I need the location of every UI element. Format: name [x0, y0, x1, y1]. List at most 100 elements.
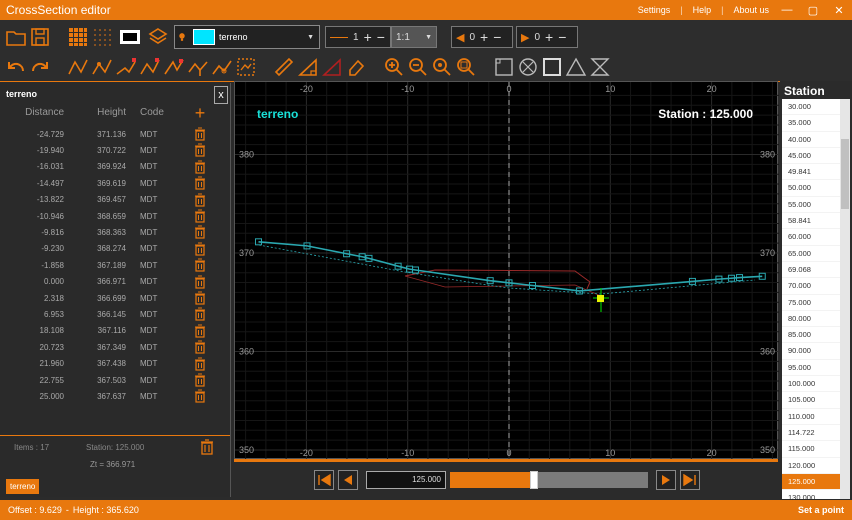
station-input[interactable]: 125.000 [366, 471, 446, 489]
selection-box-icon[interactable] [234, 55, 258, 79]
delete-row-icon[interactable] [178, 176, 222, 190]
layer-select[interactable]: terreno ▼ [174, 25, 320, 49]
save-icon[interactable] [28, 25, 52, 49]
add-point-icon[interactable]: + [178, 104, 222, 123]
delete-row-icon[interactable] [178, 324, 222, 338]
table-row[interactable]: -16.031 369.924 MDT [0, 159, 230, 175]
settings-link[interactable]: Settings [633, 5, 676, 15]
layer-tag[interactable]: terreno [6, 479, 40, 494]
polyline-insert-icon[interactable] [162, 55, 186, 79]
next-station-button[interactable] [656, 470, 676, 490]
table-row[interactable]: -13.822 369.457 MDT [0, 192, 230, 208]
first-station-button[interactable] [314, 470, 334, 490]
station-item[interactable]: 40.000 [782, 132, 840, 148]
delete-row-icon[interactable] [178, 209, 222, 223]
table-row[interactable]: -1.858 367.189 MDT [0, 257, 230, 273]
grid-icon[interactable] [66, 25, 90, 49]
table-row[interactable]: 21.960 367.438 MDT [0, 356, 230, 372]
scroll-thumb[interactable] [841, 139, 849, 209]
scale-select[interactable]: 1:1 ▼ [391, 26, 437, 48]
station-scrollbar[interactable] [840, 99, 850, 499]
delete-row-icon[interactable] [178, 193, 222, 207]
open-folder-icon[interactable] [4, 25, 28, 49]
maximize-button[interactable]: ▢ [800, 4, 826, 17]
station-list[interactable]: 30.000 35.000 40.000 45.000 49.841 50.000 55.0… [782, 99, 850, 499]
station-item[interactable]: 110.000 [782, 409, 840, 425]
polyline-add-point-icon[interactable] [90, 55, 114, 79]
slider-thumb[interactable] [529, 471, 538, 489]
cross-section-canvas[interactable]: terreno Station : 125.000 -20 -20 -10 -10 0 0… [234, 81, 779, 460]
minus-icon[interactable]: − [558, 29, 566, 45]
delete-row-icon[interactable] [178, 242, 222, 256]
layers-icon[interactable] [146, 25, 170, 49]
dot-grid-icon[interactable] [90, 25, 114, 49]
minimize-button[interactable]: — [774, 4, 800, 16]
station-item[interactable]: 69.068 [782, 262, 840, 279]
line-width-stepper[interactable]: 1 + − [325, 26, 391, 48]
undo-icon[interactable] [4, 55, 28, 79]
station-item[interactable]: 130.000 [782, 490, 840, 499]
station-item[interactable]: 85.000 [782, 327, 840, 344]
hourglass-icon[interactable] [588, 55, 612, 79]
plus-icon[interactable]: + [545, 29, 553, 45]
station-slider[interactable] [450, 471, 648, 489]
station-item[interactable]: 60.000 [782, 229, 840, 246]
zoom-out-icon[interactable] [406, 55, 430, 79]
station-item[interactable]: 125.000 [782, 473, 840, 491]
station-item[interactable]: 35.000 [782, 115, 840, 132]
redo-icon[interactable] [28, 55, 52, 79]
zoom-in-icon[interactable] [382, 55, 406, 79]
station-item[interactable]: 90.000 [782, 343, 840, 360]
station-item[interactable]: 120.000 [782, 458, 840, 474]
station-item[interactable]: 95.000 [782, 360, 840, 377]
station-item[interactable]: 105.000 [782, 392, 840, 409]
frame-icon[interactable] [492, 55, 516, 79]
minus-icon[interactable]: − [493, 29, 501, 45]
station-item[interactable]: 55.000 [782, 197, 840, 214]
arrow-right-icon[interactable]: ▶ [521, 31, 529, 44]
polyline-move-point-icon[interactable] [114, 55, 138, 79]
table-row[interactable]: 22.755 367.503 MDT [0, 372, 230, 388]
circle-x-icon[interactable] [516, 55, 540, 79]
table-row[interactable]: 0.000 366.971 MDT [0, 274, 230, 290]
delete-row-icon[interactable] [178, 275, 222, 289]
station-item[interactable]: 50.000 [782, 180, 840, 197]
table-row[interactable]: -19.940 370.722 MDT [0, 142, 230, 158]
polyline-select-icon[interactable] [210, 55, 234, 79]
square-icon[interactable] [540, 55, 564, 79]
left-offset-stepper[interactable]: ◀ 0 + − [451, 26, 513, 48]
triangle-icon[interactable] [564, 55, 588, 79]
delete-row-icon[interactable] [178, 340, 222, 354]
table-row[interactable]: -24.729 371.136 MDT [0, 126, 230, 142]
cross-section-plot[interactable]: terreno Station : 125.000 -20 -20 -10 -10 0 0… [235, 82, 779, 460]
last-station-button[interactable] [680, 470, 700, 490]
station-item[interactable]: 45.000 [782, 148, 840, 165]
delete-row-icon[interactable] [178, 127, 222, 141]
delete-all-icon[interactable] [200, 439, 214, 458]
delete-row-icon[interactable] [178, 291, 222, 305]
plus-icon[interactable]: + [480, 29, 488, 45]
delete-row-icon[interactable] [178, 357, 222, 371]
station-item[interactable]: 80.000 [782, 311, 840, 328]
ruler-icon[interactable] [272, 55, 296, 79]
table-row[interactable]: 2.318 366.699 MDT [0, 290, 230, 306]
table-row[interactable]: 25.000 367.637 MDT [0, 388, 230, 404]
station-item[interactable]: 49.841 [782, 164, 840, 181]
polyline-split-icon[interactable] [186, 55, 210, 79]
delete-row-icon[interactable] [178, 258, 222, 272]
table-row[interactable]: 18.108 367.116 MDT [0, 323, 230, 339]
about-link[interactable]: About us [728, 5, 774, 15]
close-window-button[interactable]: ✕ [826, 4, 852, 17]
zoom-extents-icon[interactable] [430, 55, 454, 79]
table-row[interactable]: 20.723 367.349 MDT [0, 339, 230, 355]
station-item[interactable]: 58.841 [782, 213, 840, 230]
station-item[interactable]: 114.722 [782, 425, 840, 442]
table-row[interactable]: 6.953 366.145 MDT [0, 306, 230, 322]
station-item[interactable]: 115.000 [782, 441, 840, 458]
polyline-delete-point-icon[interactable] [138, 55, 162, 79]
minus-icon[interactable]: − [377, 29, 385, 45]
delete-row-icon[interactable] [178, 373, 222, 387]
plus-icon[interactable]: + [364, 29, 372, 45]
previous-station-button[interactable] [338, 470, 358, 490]
slope-icon[interactable] [296, 55, 320, 79]
